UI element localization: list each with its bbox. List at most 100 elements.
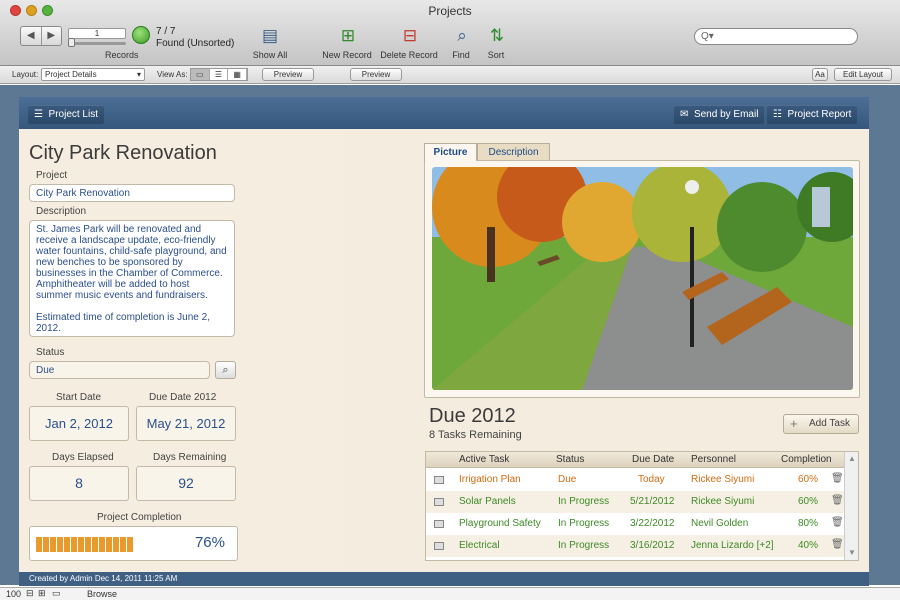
col-personnel: Personnel	[691, 454, 737, 465]
row-detail-icon[interactable]	[434, 476, 444, 484]
progress-segment	[43, 537, 49, 552]
completion-label: Project Completion	[97, 512, 182, 523]
quick-find-input[interactable]: Q▾	[694, 28, 858, 45]
preview-button[interactable]: Preview	[262, 68, 314, 81]
progress-segment	[113, 537, 119, 552]
table-row[interactable]: Electrical In Progress 3/16/2012 Jenna L…	[426, 535, 844, 557]
zoom-in-icon[interactable]: ⊞	[38, 588, 46, 599]
record-slider-handle[interactable]	[68, 38, 75, 47]
project-completion-meter: 76%	[29, 526, 238, 561]
task-due-date: Today	[638, 474, 665, 485]
days-elapsed-label: Days Elapsed	[52, 452, 114, 463]
find-button[interactable]: Find	[448, 50, 474, 60]
task-completion: 60%	[798, 496, 819, 507]
task-name: Electrical	[459, 540, 500, 551]
tasks-table-header: Active Task Status Due Date Personnel Co…	[426, 452, 844, 468]
current-record-field[interactable]: 1	[68, 28, 126, 39]
preview-button-2[interactable]: Preview	[350, 68, 402, 81]
list-view-icon[interactable]: ☰	[210, 69, 229, 80]
add-task-button[interactable]: + Add Task	[783, 414, 859, 434]
tasks-portal: Active Task Status Due Date Personnel Co…	[425, 451, 859, 561]
sort-button[interactable]: Sort	[484, 50, 508, 60]
progress-segment	[78, 537, 84, 552]
tasks-remaining: 8 Tasks Remaining	[429, 429, 522, 441]
status-lookup-button[interactable]: ⌕	[215, 361, 236, 379]
record-slider[interactable]	[68, 42, 126, 45]
form-view-icon[interactable]: ▭	[191, 69, 210, 80]
table-row[interactable]: Solar Panels In Progress 5/21/2012 Ricke…	[426, 491, 844, 513]
envelope-icon: ✉	[680, 109, 689, 120]
show-all-button[interactable]: Show All	[250, 50, 290, 60]
project-heading: City Park Renovation	[29, 142, 217, 164]
sort-icon[interactable]: ⇅	[486, 26, 508, 46]
project-report-label: Project Report	[787, 109, 852, 120]
project-label: Project	[36, 170, 68, 181]
project-list-button[interactable]: ☰ Project List	[28, 105, 104, 124]
task-status: Due	[558, 474, 577, 485]
new-record-button[interactable]: New Record	[320, 50, 374, 60]
add-task-label: Add Task	[809, 418, 850, 429]
zoom-level[interactable]: 100	[6, 589, 21, 599]
row-detail-icon[interactable]	[434, 542, 444, 550]
status-toolbar-toggle-icon[interactable]: ▭	[52, 588, 61, 599]
mode-indicator[interactable]: Browse	[87, 589, 117, 599]
new-record-icon[interactable]: ⊞	[337, 26, 359, 46]
zoom-out-icon[interactable]: ⊟	[26, 588, 34, 599]
trash-icon[interactable]: 🗑	[831, 539, 844, 550]
record-count-value: 7 / 7	[156, 26, 176, 37]
start-date-label: Start Date	[56, 392, 102, 403]
next-record-icon[interactable]: ▶	[40, 27, 62, 45]
due-date-label: Due Date 2012	[149, 392, 217, 403]
delete-record-icon[interactable]: ⊟	[399, 26, 421, 46]
view-as-label: View As:	[157, 70, 188, 79]
description-field[interactable]: St. James Park will be renovated and rec…	[29, 220, 235, 337]
view-as-switcher[interactable]: ▭ ☰ ▦	[190, 68, 248, 81]
row-detail-icon[interactable]	[434, 520, 444, 528]
show-all-icon[interactable]: ▤	[259, 26, 281, 46]
send-email-button[interactable]: ✉ Send by Email	[674, 105, 765, 124]
send-email-label: Send by Email	[693, 109, 759, 120]
record-navigator[interactable]: ◀ ▶	[20, 26, 62, 46]
scroll-down-icon[interactable]: ▼	[848, 548, 856, 557]
progress-segment	[36, 537, 42, 552]
project-list-label: Project List	[48, 109, 98, 120]
row-detail-icon[interactable]	[434, 498, 444, 506]
project-name-field[interactable]: City Park Renovation	[29, 184, 235, 202]
text-formatting-button[interactable]: Aa	[812, 68, 828, 81]
tasks-scrollbar[interactable]: ▲ ▼	[844, 452, 858, 560]
table-view-icon[interactable]: ▦	[228, 69, 248, 80]
task-name: Playground Safety	[459, 518, 541, 529]
trash-icon[interactable]: 🗑	[831, 495, 844, 506]
description-text: St. James Park will be renovated and rec…	[36, 224, 227, 301]
find-icon[interactable]: ⌕	[451, 26, 473, 46]
days-elapsed-value: 8	[29, 466, 129, 501]
edit-layout-button[interactable]: Edit Layout	[834, 68, 892, 81]
progress-segment	[99, 537, 105, 552]
tasks-heading: Due 2012	[429, 405, 516, 427]
table-row[interactable]: Playground Safety In Progress 3/22/2012 …	[426, 513, 844, 535]
layout-select[interactable]: Project Details	[41, 68, 145, 81]
tab-description[interactable]: Description	[477, 143, 550, 161]
task-name: Solar Panels	[459, 496, 516, 507]
delete-record-button[interactable]: Delete Record	[378, 50, 440, 60]
previous-record-icon[interactable]: ◀	[21, 27, 41, 45]
project-report-button[interactable]: ☷ Project Report	[767, 105, 858, 124]
report-icon: ☷	[773, 109, 782, 120]
task-due-date: 3/16/2012	[630, 540, 675, 551]
progress-segment	[64, 537, 70, 552]
start-date-value[interactable]: Jan 2, 2012	[29, 406, 129, 441]
col-due-date: Due Date	[632, 454, 675, 465]
records-label: Records	[105, 50, 139, 60]
trash-icon[interactable]: 🗑	[831, 517, 844, 528]
days-remaining-value: 92	[136, 466, 236, 501]
scroll-up-icon[interactable]: ▲	[848, 454, 856, 463]
tab-picture[interactable]: Picture	[424, 143, 477, 161]
progress-segment	[106, 537, 112, 552]
progress-segment	[127, 537, 133, 552]
table-row[interactable]: Irrigation Plan Due Today Rickee Siyumi …	[426, 469, 844, 491]
trash-icon[interactable]: 🗑	[831, 473, 844, 484]
due-date-value[interactable]: May 21, 2012	[136, 406, 236, 441]
status-field[interactable]: Due	[29, 361, 210, 379]
found-set-pie-icon	[132, 26, 150, 44]
task-due-date: 3/22/2012	[630, 518, 675, 529]
